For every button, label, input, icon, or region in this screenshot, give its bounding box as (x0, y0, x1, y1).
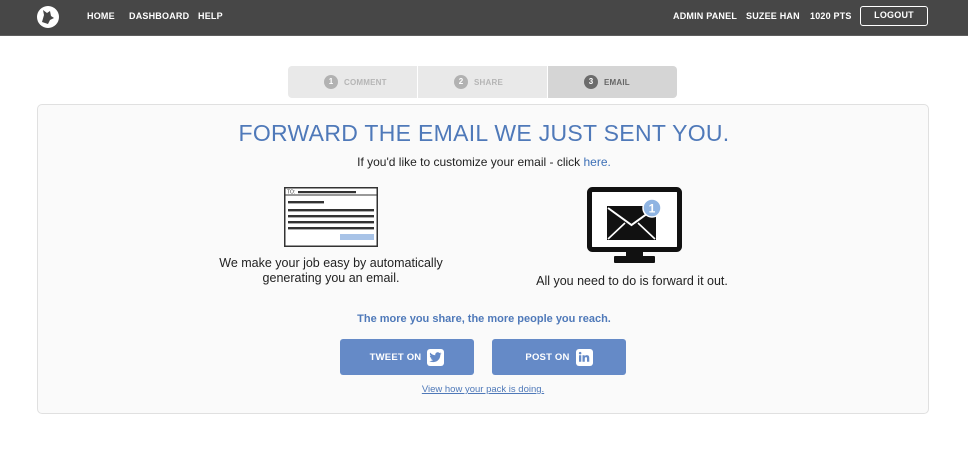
step-email[interactable]: 3 EMAIL (548, 66, 677, 98)
customize-link[interactable]: here. (584, 155, 611, 169)
top-nav: HOME DASHBOARD HELP ADMIN PANEL SUZEE HA… (0, 0, 968, 36)
mail-count-badge: 1 (649, 202, 656, 216)
pack-status-link[interactable]: View how your pack is doing. (0, 384, 966, 395)
step-label: COMMENT (344, 77, 387, 87)
tweet-button[interactable]: TWEET ON (340, 339, 474, 375)
monitor-mail-icon: 1 (587, 187, 682, 263)
step-label: SHARE (474, 77, 504, 87)
share-tagline: The more you share, the more people you … (357, 313, 611, 325)
forward-caption: All you need to do is forward it out. (536, 274, 728, 288)
step-label: EMAIL (604, 77, 630, 87)
twitter-icon (427, 348, 445, 366)
nav-user-name[interactable]: SUZEE HAN (746, 11, 800, 21)
wolf-logo-icon[interactable] (36, 5, 60, 29)
customize-text: If you'd like to customize your email - … (0, 155, 968, 169)
email-card (37, 104, 929, 414)
linkedin-post-button[interactable]: POST ON (492, 339, 626, 375)
step-number: 2 (454, 75, 468, 89)
page-title: FORWARD THE EMAIL WE JUST SENT YOU. (238, 120, 730, 146)
doc-to-label: TO: (287, 190, 295, 196)
auto-email-caption: We make your job easy by automatically g… (219, 256, 443, 285)
email-document-icon: TO: (284, 187, 378, 247)
progress-steps: 1 COMMENT 2 SHARE 3 EMAIL (288, 66, 677, 98)
linkedin-icon (575, 348, 593, 366)
logout-button[interactable]: LOGOUT (860, 6, 928, 26)
nav-home[interactable]: HOME (87, 11, 115, 21)
nav-dashboard[interactable]: DASHBOARD (129, 11, 189, 21)
step-number: 3 (584, 75, 598, 89)
step-number: 1 (324, 75, 338, 89)
nav-points: 1020 PTS (810, 11, 852, 21)
step-comment[interactable]: 1 COMMENT (288, 66, 418, 98)
customize-prompt: If you'd like to customize your email - … (357, 155, 584, 169)
nav-help[interactable]: HELP (198, 11, 223, 21)
step-share[interactable]: 2 SHARE (418, 66, 548, 98)
tweet-label: TWEET ON (369, 351, 422, 363)
nav-admin-panel[interactable]: ADMIN PANEL (673, 11, 737, 21)
post-label: POST ON (525, 351, 570, 363)
